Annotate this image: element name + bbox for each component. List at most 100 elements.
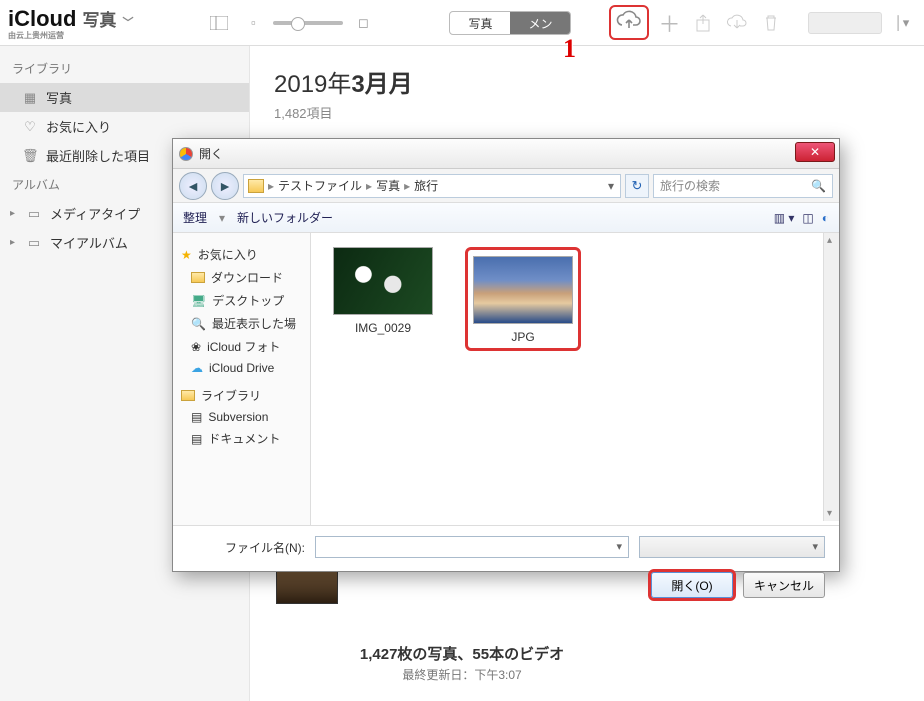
title-year: 2019年	[274, 71, 351, 98]
tree-subversion[interactable]: ▤ Subversion	[173, 407, 310, 427]
folder-icon: ▭	[26, 235, 42, 251]
sidebar-section-library: ライブラリ	[0, 54, 249, 83]
vertical-scrollbar[interactable]	[823, 233, 839, 521]
tree-icloud-drive[interactable]: ☁ iCloud Drive	[173, 358, 310, 378]
crumb-segment[interactable]: 写真	[376, 177, 400, 194]
chevron-down-icon[interactable]: ﹀	[122, 14, 133, 30]
breadcrumb[interactable]: ▸ テストファイル ▸ 写真 ▸ 旅行 ▾	[243, 174, 621, 198]
cloud-icon: ☁	[191, 361, 203, 375]
file-name: IMG_0029	[325, 321, 441, 335]
file-item-selected[interactable]: JPG	[465, 247, 581, 351]
filetype-select[interactable]	[639, 536, 825, 558]
trash-icon[interactable]	[757, 11, 785, 35]
settings-chevron-icon[interactable]: │▾	[888, 11, 916, 35]
folder-icon	[191, 272, 205, 283]
tree-documents[interactable]: ▤ドキュメント	[173, 427, 310, 450]
back-button[interactable]: ◄	[179, 172, 207, 200]
sidebar-item-label: メディアタイプ	[50, 204, 140, 223]
filename-label: ファイル名(N):	[187, 539, 305, 556]
refresh-button[interactable]: ↻	[625, 174, 649, 198]
chrome-icon	[179, 147, 193, 161]
sidebar-item-label: お気に入り	[46, 117, 111, 136]
sidebar-item-favorites[interactable]: ♡ お気に入り	[0, 112, 249, 141]
brand-tagline: 由云上贵州运营	[8, 32, 76, 40]
folder-tree: ★お気に入り ダウンロード 🖥 デスクトップ 🔍 最近表示した場 ❀ iCloud フ…	[173, 233, 311, 525]
tree-label: ドキュメント	[208, 430, 280, 447]
heart-icon: ♡	[22, 119, 38, 135]
trash-icon: 🗑	[22, 148, 38, 164]
view-segment: 写真 メン	[449, 11, 571, 35]
brand-name: iCloud	[8, 6, 76, 31]
seg-moments[interactable]: メン	[510, 12, 570, 34]
organize-menu[interactable]: 整理	[183, 209, 207, 226]
preview-pane-icon[interactable]: ◫	[802, 211, 813, 225]
zoom-slider[interactable]	[273, 21, 343, 25]
open-button[interactable]: 開く(O)	[651, 572, 733, 598]
sidebar-item-label: 最近削除した項目	[46, 146, 150, 165]
recent-icon: 🔍	[191, 317, 206, 331]
disclosure-triangle-icon[interactable]: ▸	[10, 208, 18, 219]
tree-downloads[interactable]: ダウンロード	[173, 266, 310, 289]
tree-icloud-photo[interactable]: ❀ iCloud フォト	[173, 335, 310, 358]
photos-icon: ▦	[22, 90, 38, 106]
view-mode-icon[interactable]: ▥ ▾	[774, 211, 795, 225]
tree-label: ダウンロード	[211, 269, 283, 286]
doc-icon: ▤	[191, 410, 202, 424]
dialog-body: ★お気に入り ダウンロード 🖥 デスクトップ 🔍 最近表示した場 ❀ iCloud フ…	[173, 233, 839, 525]
search-placeholder: 旅行の検索	[660, 177, 720, 194]
item-count: 1,482項目	[274, 103, 900, 122]
cloud-upload-icon	[614, 10, 644, 32]
forward-button[interactable]: ►	[211, 172, 239, 200]
help-icon[interactable]: ◐	[822, 211, 829, 225]
crumb-segment[interactable]: 旅行	[414, 177, 438, 194]
share-icon[interactable]	[689, 11, 717, 35]
dialog-titlebar: 開く ✕	[173, 139, 839, 169]
footer-counts: 1,427枚の写真、55本のビデオ	[360, 646, 564, 663]
crumb-segment[interactable]: テストファイル	[278, 177, 362, 194]
thumb-small-icon[interactable]: ▫	[239, 11, 267, 35]
sidebar-item-photos[interactable]: ▦ 写真	[0, 83, 249, 112]
tree-library[interactable]: ライブラリ	[173, 384, 310, 407]
tree-label: デスクトップ	[212, 292, 284, 309]
tree-label: iCloud Drive	[209, 361, 274, 375]
download-icon[interactable]	[723, 11, 751, 35]
sidebar-toggle-icon[interactable]	[205, 11, 233, 35]
account-chip[interactable]	[808, 12, 882, 34]
brand-section: 写真	[82, 6, 116, 31]
file-thumbnail	[333, 247, 433, 315]
file-thumbnail	[473, 256, 573, 324]
new-folder-button[interactable]: 新しいフォルダー	[237, 209, 333, 226]
filename-input[interactable]	[315, 536, 629, 558]
tree-label: 最近表示した場	[212, 315, 296, 332]
thumb-large-icon[interactable]: ◻	[349, 11, 377, 35]
dialog-bottom: ファイル名(N): 開く(O) キャンセル	[173, 525, 839, 608]
add-icon[interactable]: ＋	[655, 11, 683, 35]
desktop-icon: 🖥	[191, 294, 206, 308]
search-input[interactable]: 旅行の検索 🔍	[653, 174, 833, 198]
sidebar-item-label: マイアルバム	[50, 233, 128, 252]
tree-desktop[interactable]: 🖥 デスクトップ	[173, 289, 310, 312]
tree-recent[interactable]: 🔍 最近表示した場	[173, 312, 310, 335]
tree-label: お気に入り	[198, 246, 258, 263]
icloud-photo-icon: ❀	[191, 340, 201, 354]
file-item[interactable]: IMG_0029	[325, 247, 441, 335]
tree-favorites[interactable]: ★お気に入り	[173, 243, 310, 266]
folder-icon: ▭	[26, 206, 42, 222]
search-icon: 🔍	[811, 179, 826, 193]
file-grid[interactable]: IMG_0029 JPG	[311, 233, 839, 525]
close-button[interactable]: ✕	[795, 142, 835, 162]
tree-label: iCloud フォト	[207, 338, 280, 355]
title-month: 3月月	[351, 71, 412, 98]
top-toolbar: iCloud 由云上贵州运营 写真 ﹀ ▫ ◻ 写真 メン ＋ │▾	[0, 0, 924, 46]
cancel-button[interactable]: キャンセル	[743, 572, 825, 598]
seg-photos[interactable]: 写真	[450, 12, 510, 34]
file-name: JPG	[470, 330, 576, 344]
footer-summary: 1,427枚の写真、55本のビデオ 最終更新日：下午3:07	[0, 643, 924, 683]
tree-label: Subversion	[208, 410, 268, 424]
dialog-toolbar: 整理▾ 新しいフォルダー ▥ ▾ ◫ ◐	[173, 203, 839, 233]
upload-button[interactable]	[609, 5, 649, 40]
tree-label: ライブラリ	[201, 387, 261, 404]
footer-updated: 最終更新日：下午3:07	[0, 666, 924, 683]
disclosure-triangle-icon[interactable]: ▸	[10, 237, 18, 248]
sidebar-item-label: 写真	[46, 88, 72, 107]
